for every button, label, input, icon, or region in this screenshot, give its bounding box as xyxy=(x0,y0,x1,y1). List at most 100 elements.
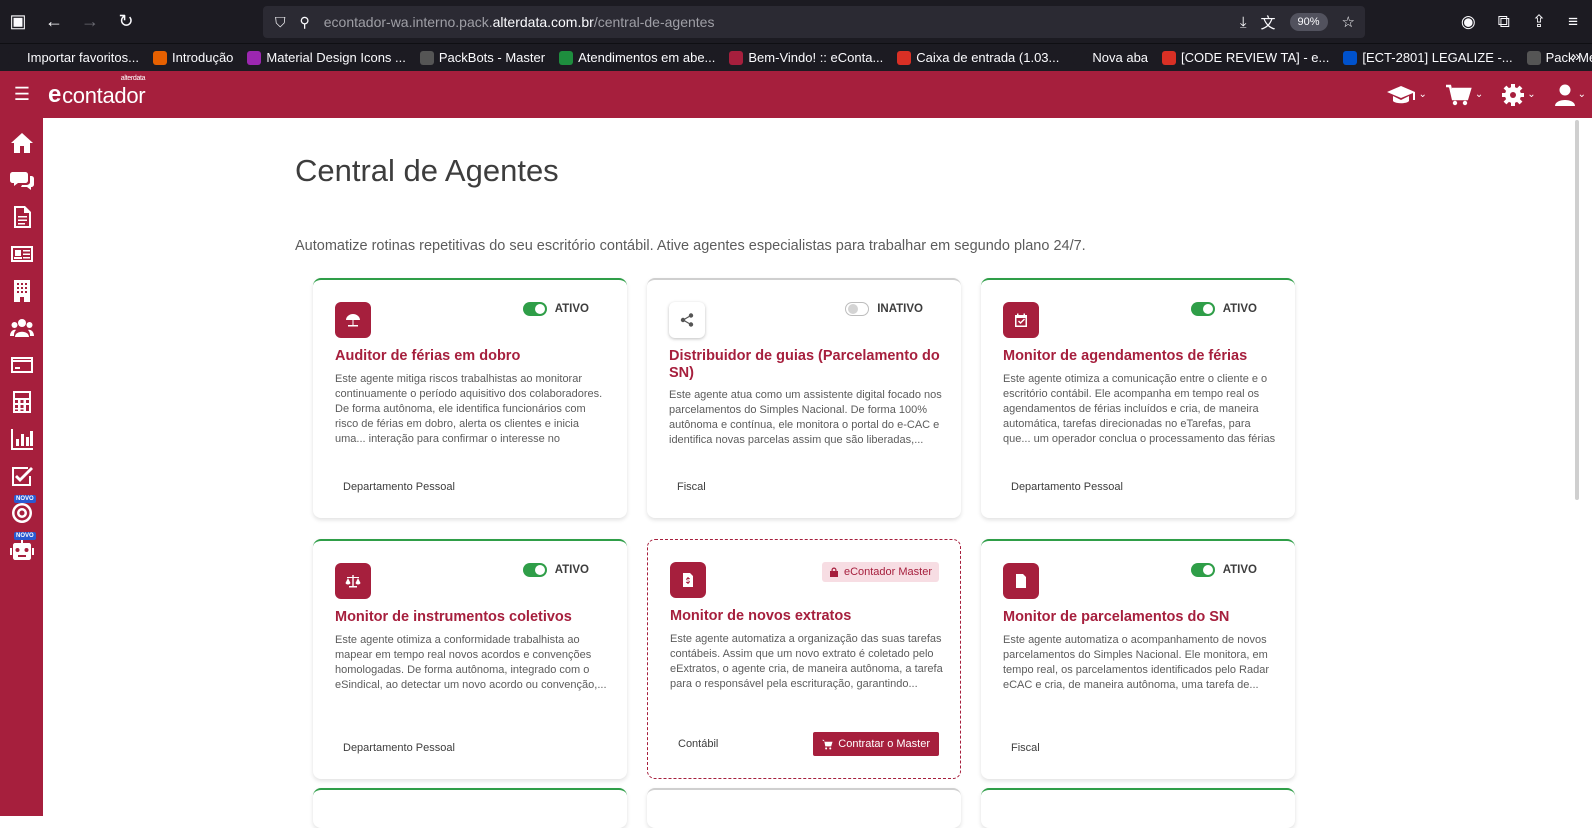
bookmark-item[interactable]: Caixa de entrada (1.03... xyxy=(897,50,1059,65)
reload-button[interactable]: ↻ xyxy=(108,4,144,40)
bookmarks-overflow-icon[interactable]: » xyxy=(1572,48,1580,65)
address-bar[interactable]: ⛉ ⚲ econtador-wa.interno.pack.alterdata.… xyxy=(263,6,1365,38)
scale-balance-icon xyxy=(335,563,371,599)
sidebar-item-chat[interactable] xyxy=(0,161,43,198)
econtador-logo[interactable]: e contador alterdata xyxy=(48,75,146,109)
bookmark-item[interactable]: [CODE REVIEW TA] - e... xyxy=(1162,50,1329,65)
toggle-switch[interactable] xyxy=(522,302,547,316)
translate-icon[interactable]: 文 xyxy=(1261,12,1276,33)
sidebar-item-calculator[interactable] xyxy=(0,383,43,420)
agent-card[interactable]: INATIVO Distribuidor de guias (Parcelame… xyxy=(647,278,961,518)
agent-department-tag: Departamento Pessoal xyxy=(343,742,455,754)
share-icon[interactable]: ⇪ xyxy=(1532,12,1546,32)
cart-icon[interactable]: ⌄ xyxy=(1445,83,1483,107)
sidebar-item-radar[interactable]: NOVO xyxy=(0,494,43,531)
calculator-icon xyxy=(12,390,31,413)
menu-icon[interactable]: ≡ xyxy=(1568,12,1578,32)
status-label: ATIVO xyxy=(554,303,589,315)
agent-card[interactable] xyxy=(647,788,961,828)
master-plan-badge: eContador Master xyxy=(821,562,939,582)
lock-icon xyxy=(829,567,838,577)
bookmark-label: Caixa de entrada (1.03... xyxy=(916,50,1060,65)
sidebar-item-payments[interactable] xyxy=(0,346,43,383)
settings-gear-icon[interactable]: ⌄ xyxy=(1501,83,1536,107)
back-button[interactable]: ← xyxy=(36,4,72,40)
status-toggle[interactable]: INATIVO xyxy=(845,302,923,316)
bookmark-item[interactable]: Nova aba xyxy=(1073,50,1148,65)
agent-department-tag: Fiscal xyxy=(677,481,706,493)
bookmark-favicon-icon xyxy=(152,50,167,65)
agent-title: Monitor de novos extratos xyxy=(670,608,852,624)
app-sidebar: NOVO NOVO xyxy=(0,118,43,816)
bookmark-label: Importar favoritos... xyxy=(27,50,139,65)
page-title: Central de Agentes xyxy=(295,153,559,188)
bookmark-favicon-icon xyxy=(8,50,22,65)
sidebar-item-people[interactable] xyxy=(0,309,43,346)
status-toggle[interactable]: ATIVO xyxy=(1190,302,1257,316)
hamburger-menu-icon[interactable]: ☰ xyxy=(0,71,44,118)
bookmark-item[interactable]: Importar favoritos... xyxy=(8,50,139,65)
zoom-badge[interactable]: 90% xyxy=(1289,13,1328,31)
bookmarks-bar: Importar favoritos... Introdução Material … xyxy=(0,43,1592,71)
bookmark-item[interactable]: Introdução xyxy=(152,50,233,65)
agent-card[interactable] xyxy=(981,788,1295,828)
agent-title: Distribuidor de guias (Parcelamento do S… xyxy=(669,348,940,381)
agent-card[interactable]: ATIVO Monitor de instrumentos coletivos … xyxy=(313,539,627,779)
bookmark-item[interactable]: PackBots - Master xyxy=(419,50,546,65)
save-page-icon[interactable]: ⤓ xyxy=(1240,14,1247,31)
user-icon[interactable]: ⌄ xyxy=(1554,83,1586,107)
bookmark-star-icon[interactable]: ☆ xyxy=(1342,13,1355,31)
agent-title: Auditor de férias em dobro xyxy=(335,348,521,364)
status-label: ATIVO xyxy=(554,564,589,576)
page-subtitle: Automatize rotinas repetitivas do seu es… xyxy=(295,238,1086,254)
bookmark-item[interactable]: Atendimentos em abe... xyxy=(559,50,715,65)
status-toggle[interactable]: ATIVO xyxy=(522,302,589,316)
sidebar-item-tasks[interactable] xyxy=(0,457,43,494)
toggle-switch[interactable] xyxy=(1190,302,1215,316)
sidebar-item-documents[interactable] xyxy=(0,198,43,235)
agent-description: Este agente otimiza a conformidade traba… xyxy=(335,634,607,691)
sidebar-item-contacts[interactable] xyxy=(0,235,43,272)
bookmark-item[interactable]: Pack Mensageiro xyxy=(1526,50,1592,65)
agent-card[interactable]: ATIVO Monitor de parcelamentos do SN Est… xyxy=(981,539,1295,779)
toggle-switch[interactable] xyxy=(522,563,547,577)
bookmark-label: Bem-Vindo! :: eConta... xyxy=(748,50,884,65)
building-icon xyxy=(13,279,30,302)
sidebar-item-agents[interactable]: NOVO xyxy=(0,531,43,568)
bookmark-favicon-icon xyxy=(1073,50,1088,65)
agent-card[interactable] xyxy=(313,788,627,828)
sidebar-item-home[interactable] xyxy=(0,124,43,161)
cart-icon xyxy=(822,739,833,749)
agent-card[interactable]: ATIVO Monitor de agendamentos de férias … xyxy=(981,278,1295,518)
bookmark-favicon-icon xyxy=(1162,50,1177,65)
agent-card[interactable]: eContador Master Monitor de novos extrat… xyxy=(647,539,961,779)
scrollbar-thumb[interactable] xyxy=(1575,120,1579,500)
site-info-icon[interactable]: ⚲ xyxy=(300,14,310,31)
document-icon xyxy=(13,205,31,228)
url-text[interactable]: econtador-wa.interno.pack.alterdata.com.… xyxy=(324,14,715,30)
toggle-switch[interactable] xyxy=(845,302,870,316)
target-icon xyxy=(11,502,32,523)
page-scrollbar[interactable] xyxy=(1566,118,1592,816)
bookmark-label: PackBots - Master xyxy=(438,50,546,65)
bookmark-item[interactable]: Bem-Vindo! :: eConta... xyxy=(729,50,883,65)
bookmark-item[interactable]: [ECT-2801] LEGALIZE -... xyxy=(1343,50,1513,65)
sidebar-toggle-icon[interactable]: ▣ xyxy=(0,4,36,40)
file-dollar-icon xyxy=(670,562,706,598)
account-icon[interactable]: ◉ xyxy=(1461,12,1476,32)
graduation-cap-icon[interactable]: ⌄ xyxy=(1386,83,1427,107)
agent-department-tag: Contábil xyxy=(678,738,719,750)
sidebar-item-companies[interactable] xyxy=(0,272,43,309)
bookmark-item[interactable]: Material Design Icons ... xyxy=(247,50,406,65)
shield-icon[interactable]: ⛉ xyxy=(275,14,286,31)
status-toggle[interactable]: ATIVO xyxy=(522,563,589,577)
agent-description: Este agente automatiza a organização das… xyxy=(670,633,943,690)
status-toggle[interactable]: ATIVO xyxy=(1190,563,1257,577)
hire-master-button[interactable]: Contratar o Master xyxy=(813,732,939,756)
forward-button[interactable]: → xyxy=(72,4,108,40)
agent-description: Este agente otimiza a comunicação entre … xyxy=(1003,373,1276,445)
toggle-switch[interactable] xyxy=(1190,563,1215,577)
sidebar-item-reports[interactable] xyxy=(0,420,43,457)
agent-card[interactable]: ATIVO Auditor de férias em dobro Este ag… xyxy=(313,278,627,518)
extensions-icon[interactable]: ⧉ xyxy=(1498,12,1510,32)
